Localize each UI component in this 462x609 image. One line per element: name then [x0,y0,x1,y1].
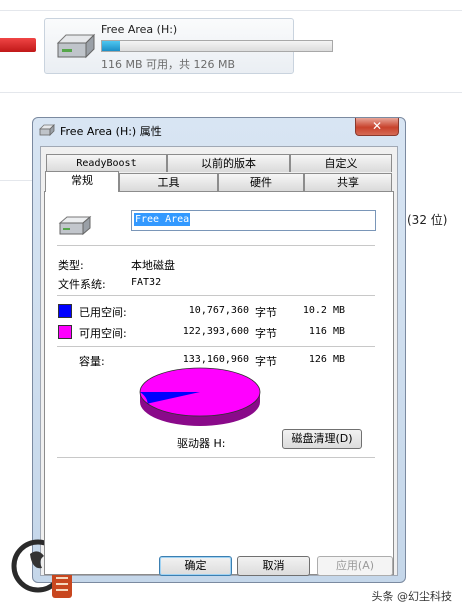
used-space-swatch [58,304,72,318]
free-space-size: 116 MB [308,326,345,337]
general-tab-panel: Free Area 类型: 本地磁盘 文件系统: FAT32 已用空间: 10,… [44,191,394,575]
apply-button[interactable]: 应用(A) [317,556,393,576]
separator [57,346,375,347]
capacity-label: 容量: [79,355,105,368]
filesystem-label: 文件系统: [58,278,106,291]
drive-icon [39,124,55,136]
disk-usage-pie [139,367,261,426]
properties-dialog: Free Area (H:) 属性 ✕ ReadyBoost 以前的版本 自定义… [32,117,406,583]
os-bitness-text: (32 位) [407,213,448,227]
dialog-title: Free Area (H:) 属性 [60,125,162,138]
tab-general[interactable]: 常规 [45,171,119,192]
bg-divider [0,10,462,11]
used-space-unit: 字节 [255,306,277,319]
cancel-button[interactable]: 取消 [237,556,310,576]
drive-free-text: 116 MB 可用，共 126 MB [101,58,236,71]
tab-readyboost[interactable]: ReadyBoost [46,154,167,172]
hard-drive-icon [58,215,92,236]
red-progress-bar [0,38,36,52]
drive-usage-fill [102,41,121,51]
separator [57,457,375,458]
used-space-label: 已用空间: [79,306,127,319]
used-space-bytes: 10,767,360 [188,305,249,316]
dialog-titlebar[interactable]: Free Area (H:) 属性 ✕ [33,118,405,142]
separator [57,245,375,246]
disk-cleanup-button[interactable]: 磁盘清理(D) [282,429,362,449]
drive-letter-label: 驱动器 H: [177,437,226,450]
free-space-swatch [58,325,72,339]
tab-previous-versions[interactable]: 以前的版本 [167,154,290,172]
close-button[interactable]: ✕ [355,118,399,136]
drive-usage-bar [101,40,333,52]
tab-hardware[interactable]: 硬件 [218,173,304,191]
type-value: 本地磁盘 [131,259,175,272]
used-space-size: 10.2 MB [302,305,345,316]
free-space-label: 可用空间: [79,327,127,340]
hard-drive-icon [56,33,96,59]
bg-divider [0,180,32,181]
free-space-unit: 字节 [255,327,277,340]
tab-tools[interactable]: 工具 [119,173,218,191]
volume-name-value: Free Area [134,213,191,226]
bg-divider [0,92,462,93]
volume-name-input[interactable]: Free Area [131,210,376,231]
watermark-text: 头条 @幻尘科技 [371,590,453,603]
dialog-client: ReadyBoost 以前的版本 自定义 常规 工具 硬件 共享 Free Ar… [40,146,398,576]
tab-sharing[interactable]: 共享 [304,173,392,191]
filesystem-value: FAT32 [131,277,162,288]
drive-name: Free Area (H:) [101,23,178,36]
type-label: 类型: [58,259,84,272]
ok-button[interactable]: 确定 [159,556,232,576]
tab-customize[interactable]: 自定义 [290,154,392,172]
capacity-size: 126 MB [308,354,345,365]
separator [57,295,375,296]
free-space-bytes: 122,393,600 [182,326,249,337]
drive-tile-h[interactable]: Free Area (H:) 116 MB 可用，共 126 MB [44,18,333,74]
